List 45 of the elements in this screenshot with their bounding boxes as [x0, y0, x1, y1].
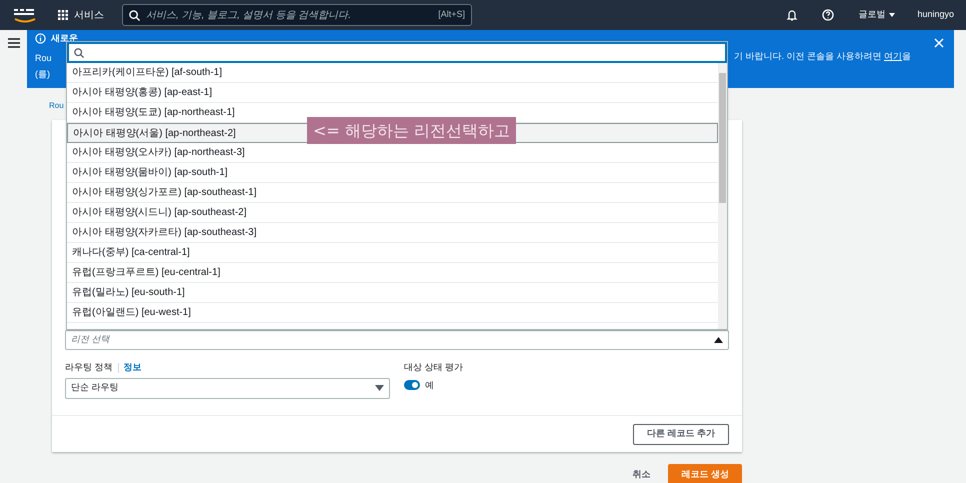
info-link[interactable]: 정보 — [124, 361, 142, 374]
help-icon[interactable] — [822, 9, 834, 21]
region-option[interactable]: 아시아 태평양(시드니) [ap-southeast-2] — [67, 203, 718, 223]
region-menu[interactable]: 글로벌 — [858, 8, 896, 22]
region-option[interactable]: 유럽(아일랜드) [eu-west-1] — [67, 303, 718, 323]
scrollbar[interactable] — [718, 63, 727, 329]
menu-icon[interactable] — [8, 38, 20, 48]
region-option[interactable]: 아프리카(케이프타운) [af-south-1] — [67, 63, 718, 83]
services-menu[interactable]: 서비스 — [58, 8, 104, 22]
toggle-label: 예 — [425, 378, 434, 392]
close-icon[interactable] — [934, 38, 944, 48]
banner-text: (를) — [35, 68, 50, 81]
field-label: 대상 상태 평가 — [404, 361, 464, 374]
routing-policy-select[interactable]: 단순 라우팅 — [65, 378, 390, 398]
field-label: 라우팅 정책 — [65, 361, 113, 374]
bell-icon[interactable] — [786, 9, 798, 21]
cancel-button[interactable]: 취소 — [632, 468, 650, 482]
search-input[interactable]: 서비스, 기능, 블로그, 설명서 등을 검색합니다. — [146, 8, 432, 22]
region-select[interactable]: 리전 선택 — [65, 330, 729, 350]
search-field[interactable]: 서비스, 기능, 블로그, 설명서 등을 검색합니다. [Alt+S] — [122, 4, 472, 26]
search-icon — [74, 48, 84, 58]
region-option[interactable]: 유럽(밀라노) [eu-south-1] — [67, 283, 718, 303]
aws-logo-icon[interactable] — [12, 6, 38, 24]
info-icon — [35, 33, 46, 44]
region-option[interactable]: 아시아 태평양(싱가포르) [ap-southeast-1] — [67, 183, 718, 203]
region-search-field[interactable] — [67, 42, 727, 63]
region-option[interactable]: 캐나다(중부) [ca-central-1] — [67, 243, 718, 263]
region-option[interactable]: 유럽(프랑크푸르트) [eu-central-1] — [67, 263, 718, 283]
region-option[interactable]: 아시아 태평양(자카르타) [ap-southeast-3] — [67, 223, 718, 243]
user-menu[interactable]: huningyo — [917, 8, 954, 22]
banner-text: 기 바랍니다. 이전 콘솔을 사용하려면 여기을 — [734, 50, 912, 63]
shortcut-hint: [Alt+S] — [438, 8, 465, 22]
caret-down-icon — [889, 13, 896, 17]
grid-icon — [58, 10, 68, 20]
caret-up-icon — [714, 337, 723, 343]
search-icon — [129, 10, 140, 20]
region-option[interactable]: 아시아 태평양(홍콩) [ap-east-1] — [67, 83, 718, 103]
link[interactable]: 여기 — [884, 51, 902, 61]
annotation-label: <= 해당하는 리전선택하고 — [307, 117, 516, 144]
toggle-switch[interactable] — [404, 380, 420, 390]
region-option[interactable]: 아시아 태평양(뭄바이) [ap-south-1] — [67, 163, 718, 183]
add-record-button[interactable]: 다른 레코드 추가 — [632, 424, 729, 444]
caret-down-icon — [375, 385, 384, 391]
breadcrumb[interactable]: Rou — [49, 100, 64, 112]
banner-text: Rou — [35, 52, 52, 64]
